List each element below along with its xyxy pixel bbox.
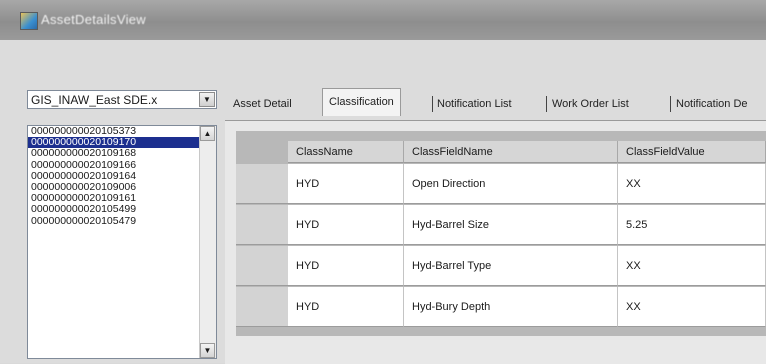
classification-tab-page: ClassName ClassFieldName ClassFieldValue…	[225, 120, 766, 364]
table-cell[interactable]: XX	[618, 287, 766, 327]
asset-list-items: 000000000020105373 000000000020109170 0000…	[28, 125, 216, 227]
table-cell[interactable]: XX	[618, 164, 766, 204]
row-header[interactable]	[236, 246, 288, 286]
row-header[interactable]	[236, 164, 288, 204]
column-header-classfieldname[interactable]: ClassFieldName	[404, 141, 618, 163]
asset-listbox[interactable]: 000000000020105373 000000000020109170 0000…	[27, 125, 217, 359]
table-cell[interactable]: 5.25	[618, 205, 766, 245]
table-cell[interactable]: HYD	[288, 287, 404, 327]
column-header-classfieldvalue[interactable]: ClassFieldValue	[618, 141, 766, 163]
tab-strip: Asset Detail Classification Notification…	[225, 80, 766, 120]
list-item[interactable]: 000000000020109168	[28, 148, 216, 159]
table-cell[interactable]: HYD	[288, 246, 404, 286]
table-cell[interactable]: Hyd-Barrel Size	[404, 205, 618, 245]
tab-notification-list[interactable]: Notification List	[437, 94, 512, 114]
tab-separator	[546, 96, 547, 112]
table-cell[interactable]: Hyd-Bury Depth	[404, 287, 618, 327]
chevron-down-icon[interactable]: ▼	[199, 92, 215, 107]
tab-classification[interactable]: Classification	[322, 88, 401, 116]
table-cell[interactable]: XX	[618, 246, 766, 286]
tab-notification-detail[interactable]: Notification De	[676, 94, 748, 114]
table-cell[interactable]: Hyd-Barrel Type	[404, 246, 618, 286]
table-cell[interactable]: HYD	[288, 164, 404, 204]
scroll-down-icon[interactable]: ▼	[200, 343, 215, 358]
row-header[interactable]	[236, 205, 288, 245]
tab-separator	[670, 96, 671, 112]
source-combo[interactable]: GIS_INAW_East SDE.x ▼	[27, 90, 217, 109]
window-title: AssetDetailsView	[41, 12, 146, 27]
column-header-classname[interactable]: ClassName	[288, 141, 404, 163]
list-scrollbar[interactable]: ▲ ▼	[199, 126, 216, 358]
list-item[interactable]: 000000000020105479	[28, 215, 216, 227]
app-icon	[20, 12, 38, 30]
scroll-up-icon[interactable]: ▲	[200, 126, 215, 141]
classification-grid: ClassName ClassFieldName ClassFieldValue…	[236, 131, 766, 336]
title-bar: AssetDetailsView	[0, 0, 766, 40]
table-cell[interactable]: Open Direction	[404, 164, 618, 204]
tab-asset-detail[interactable]: Asset Detail	[233, 94, 292, 114]
row-header[interactable]	[236, 287, 288, 327]
tab-separator	[432, 96, 433, 112]
source-combo-value: GIS_INAW_East SDE.x	[31, 93, 158, 107]
table-cell[interactable]: HYD	[288, 205, 404, 245]
list-item[interactable]: 000000000020105499	[28, 204, 216, 215]
tab-work-order-list[interactable]: Work Order List	[552, 94, 629, 114]
